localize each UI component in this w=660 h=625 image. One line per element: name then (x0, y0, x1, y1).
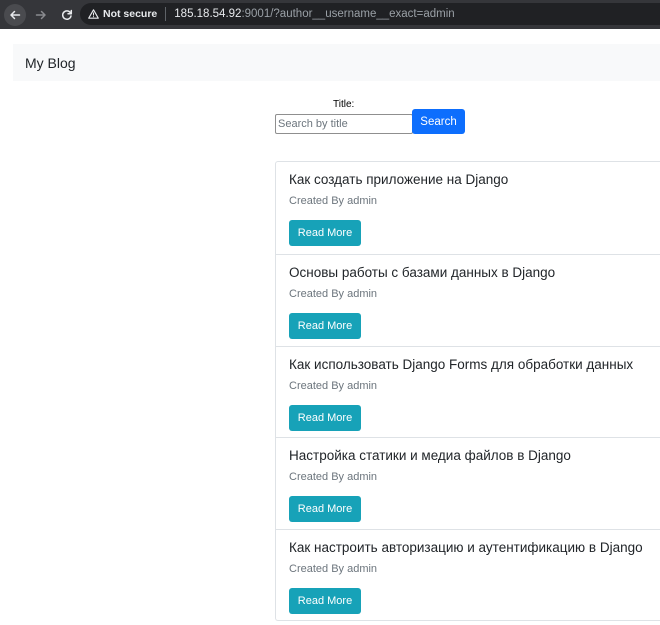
post-item: Настройка статики и медиа файлов в Djang… (276, 437, 660, 529)
arrow-left-icon (10, 10, 21, 19)
post-author: Created By admin (289, 195, 378, 207)
url-divider (165, 7, 167, 21)
security-label: Not secure (103, 8, 158, 20)
search-label: Title: (333, 99, 355, 110)
post-item: Как создать приложение на Django Created… (276, 162, 660, 254)
url-path: :9001/?author__username__exact=admin (241, 8, 455, 20)
post-item: Как настроить авторизацию и аутентификац… (276, 528, 660, 621)
post-title: Как настроить авторизацию и аутентификац… (289, 539, 643, 555)
brand-link[interactable]: My Blog (25, 55, 76, 71)
post-author: Created By admin (289, 288, 378, 300)
post-list: Как создать приложение на Django Created… (275, 161, 660, 622)
reload-icon (61, 9, 73, 20)
read-more-button[interactable]: Read More (289, 313, 361, 339)
post-author: Created By admin (289, 562, 378, 575)
warning-icon (88, 9, 99, 19)
post-title: Как создать приложение на Django (289, 172, 509, 187)
post-author: Created By admin (289, 471, 378, 484)
forward-button[interactable] (30, 4, 52, 26)
browser-toolbar: Not secure 185.18.54.92:9001/?author__us… (0, 0, 660, 29)
back-button[interactable] (4, 3, 26, 26)
security-indicator[interactable]: Not secure (88, 8, 157, 20)
address-bar[interactable]: Not secure 185.18.54.92:9001/?author__us… (80, 3, 660, 25)
read-more-button[interactable]: Read More (289, 496, 361, 523)
reload-button[interactable] (56, 4, 78, 26)
post-title: Как использовать Django Forms для обрабо… (289, 356, 634, 372)
read-more-button[interactable]: Read More (289, 404, 361, 431)
url-host: 185.18.54.92 (174, 8, 242, 20)
read-more-button[interactable]: Read More (289, 220, 361, 246)
search-input[interactable] (275, 114, 413, 134)
navbar: My Blog (13, 44, 660, 81)
search-button[interactable]: Search (412, 109, 465, 134)
post-title: Основы работы с базами данных в Django (289, 265, 556, 280)
post-item: Как использовать Django Forms для обрабо… (276, 345, 660, 438)
post-item: Основы работы с базами данных в Django C… (276, 254, 660, 346)
read-more-button[interactable]: Read More (289, 587, 361, 614)
arrow-right-icon (35, 10, 46, 19)
post-author: Created By admin (289, 379, 378, 392)
post-title: Настройка статики и медиа файлов в Djang… (289, 448, 571, 464)
